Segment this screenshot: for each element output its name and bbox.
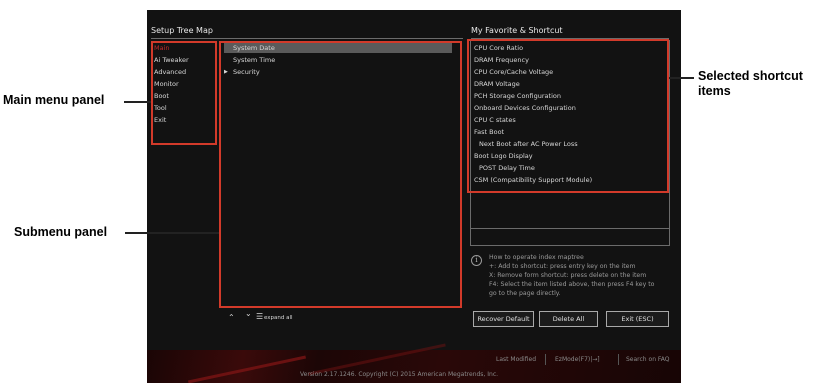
- help-line: X: Remove form shortcut: press delete on…: [489, 272, 647, 279]
- expand-all-label[interactable]: expand all: [264, 315, 293, 321]
- favorite-item[interactable]: Boot Logo Display: [474, 152, 533, 160]
- last-modified-link[interactable]: Last Modified: [496, 356, 536, 363]
- favorite-item[interactable]: PCH Storage Configuration: [474, 92, 561, 100]
- submenu-item-label: Security: [233, 68, 260, 76]
- favorite-item[interactable]: Fast Boot: [474, 128, 504, 136]
- ezmode-link[interactable]: EzMode(F7)|→]: [555, 356, 600, 363]
- help-line: F4: Select the item listed above, then p…: [489, 281, 655, 288]
- help-line: go to the page directly.: [489, 290, 561, 297]
- menu-item-ai-tweaker[interactable]: Ai Tweaker: [154, 56, 189, 64]
- main-menu-panel-callout: Main menu panel: [3, 93, 105, 107]
- list-icon[interactable]: ☰: [256, 312, 263, 321]
- favorite-item[interactable]: Next Boot after AC Power Loss: [479, 140, 578, 148]
- submenu-item-system-date[interactable]: System Date: [224, 43, 452, 53]
- footer-divider: [618, 354, 619, 365]
- main-menu-leader-line: [124, 101, 151, 103]
- search-faq-link[interactable]: Search on FAQ: [626, 356, 670, 363]
- favorite-item[interactable]: POST Delay Time: [479, 164, 535, 172]
- favorite-item[interactable]: CPU Core/Cache Voltage: [474, 68, 553, 76]
- footer-bar: [147, 343, 681, 383]
- favorite-item[interactable]: DRAM Frequency: [474, 56, 529, 64]
- favorite-item[interactable]: CSM (Compatibility Support Module): [474, 176, 592, 184]
- fav-list-frame-right: [669, 40, 670, 246]
- menu-item-tool[interactable]: Tool: [154, 104, 167, 112]
- menu-item-exit[interactable]: Exit: [154, 116, 166, 124]
- help-line: How to operate index maptree: [489, 254, 584, 261]
- shortcut-leader-line: [669, 77, 694, 79]
- recover-default-button[interactable]: Recover Default: [473, 311, 534, 327]
- shortcut-items-callout-line1: Selected shortcut: [698, 69, 803, 83]
- shortcut-items-callout-line2: items: [698, 84, 731, 98]
- fav-list-frame-bottom: [470, 245, 670, 246]
- favorite-item[interactable]: DRAM Voltage: [474, 80, 520, 88]
- favorite-item[interactable]: CPU Core Ratio: [474, 44, 523, 52]
- menu-item-boot[interactable]: Boot: [154, 92, 169, 100]
- submenu-leader-line: [125, 232, 219, 234]
- submenu-item-label: System Date: [233, 44, 275, 52]
- favorite-item[interactable]: CPU C states: [474, 116, 516, 124]
- info-icon: i: [471, 255, 482, 266]
- help-line: +: Add to shortcut: press entry key on t…: [489, 263, 636, 270]
- menu-item-advanced[interactable]: Advanced: [154, 68, 186, 76]
- favorite-item[interactable]: Onboard Devices Configuration: [474, 104, 576, 112]
- collapse-all-icon[interactable]: ⌃: [228, 313, 235, 322]
- submenu-item-label: System Time: [233, 56, 276, 64]
- submenu-panel-highlight: [219, 41, 462, 308]
- favorites-title: My Favorite & Shortcut: [471, 26, 563, 35]
- tree-map-title: Setup Tree Map: [151, 26, 213, 35]
- menu-item-monitor[interactable]: Monitor: [154, 80, 179, 88]
- expand-arrow-icon: ▶: [224, 69, 228, 75]
- delete-all-button[interactable]: Delete All: [539, 311, 598, 327]
- expand-icon[interactable]: ⌄: [245, 309, 252, 318]
- submenu-panel-callout: Submenu panel: [14, 225, 108, 239]
- submenu-item-system-time[interactable]: System Time: [224, 55, 452, 65]
- exit-button[interactable]: Exit (ESC): [606, 311, 669, 327]
- menu-item-main[interactable]: Main: [154, 44, 170, 52]
- version-text: Version 2.17.1246. Copyright (C) 2015 Am…: [300, 371, 499, 378]
- submenu-item-security[interactable]: ▶ Security: [224, 67, 452, 77]
- footer-divider: [545, 354, 546, 365]
- fav-list-separator: [470, 228, 670, 229]
- tree-title-underline: [151, 38, 463, 39]
